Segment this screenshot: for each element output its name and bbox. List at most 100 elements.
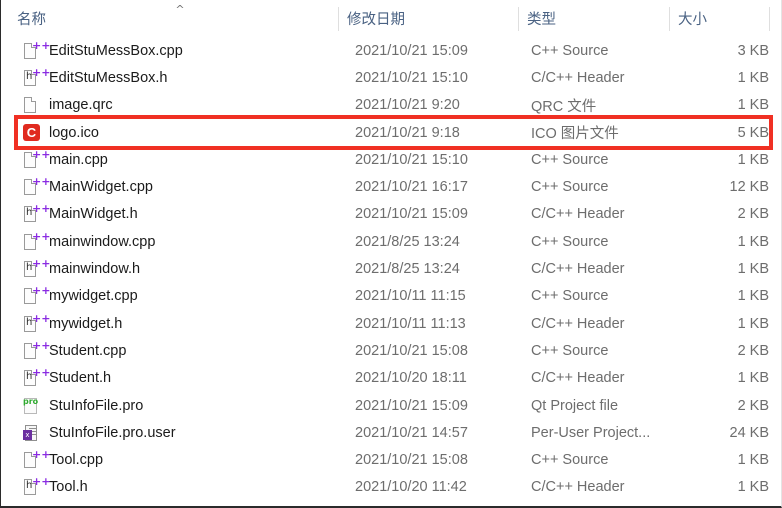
per-user-project-icon: x — [23, 424, 40, 442]
file-size-cell: 1 KB — [737, 288, 769, 305]
file-type-cell: C++ Source — [531, 42, 609, 59]
file-date-cell: 2021/10/21 15:08 — [355, 452, 468, 469]
table-row[interactable]: x StuInfoFile.pro.user 2021/10/21 14:57 Per… — [1, 419, 781, 446]
file-size-cell: 5 KB — [737, 124, 769, 141]
header-file-icon: h ++ — [23, 260, 50, 278]
file-type-cell: C++ Source — [531, 233, 609, 250]
table-row[interactable]: ++ main.cpp 2021/10/21 15:10 C++ Source 1 KB — [1, 146, 781, 173]
file-date-cell: 2021/10/20 18:11 — [355, 370, 467, 387]
file-type-cell: C++ Source — [531, 452, 609, 469]
file-name-cell[interactable]: image.qrc — [23, 96, 323, 114]
column-header-name[interactable]: 名称 — [9, 0, 331, 37]
file-name-cell[interactable]: h ++ mywidget.h — [23, 315, 323, 333]
file-name-label: Tool.h — [49, 479, 88, 496]
file-size-cell: 1 KB — [737, 370, 769, 387]
qt-project-icon: pro — [23, 397, 40, 415]
column-header-date-modified[interactable]: 修改日期 — [339, 0, 517, 37]
file-type-cell: C++ Source — [531, 151, 609, 168]
table-row[interactable]: h ++ Tool.h 2021/10/20 11:42 C/C++ Header 1 K… — [1, 474, 781, 501]
file-type-cell: C++ Source — [531, 342, 609, 359]
cpp-file-icon: ++ — [23, 178, 50, 196]
column-header-size[interactable]: 大小 — [670, 0, 769, 37]
file-name-label: logo.ico — [49, 124, 99, 141]
table-row[interactable]: ++ mainwindow.cpp 2021/8/25 13:24 C++ Sourc… — [1, 228, 781, 255]
file-name-cell[interactable]: ++ EditStuMessBox.cpp — [23, 42, 323, 60]
file-type-cell: C/C++ Header — [531, 479, 625, 496]
file-date-cell: 2021/10/21 15:10 — [355, 151, 468, 168]
file-name-label: mywidget.h — [49, 315, 123, 332]
cpp-file-icon: ++ — [23, 151, 50, 169]
table-row[interactable]: ++ Tool.cpp 2021/10/21 15:08 C++ Source 1 KB — [1, 446, 781, 473]
file-name-cell[interactable]: ++ main.cpp — [23, 151, 323, 169]
table-row[interactable]: h ++ MainWidget.h 2021/10/21 15:09 C/C++ Hea… — [1, 201, 781, 228]
file-name-cell[interactable]: ++ MainWidget.cpp — [23, 178, 323, 196]
file-date-cell: 2021/10/11 11:15 — [355, 288, 466, 305]
column-header-name-label: 名称 — [17, 12, 46, 28]
header-file-icon: h ++ — [23, 315, 50, 333]
file-size-cell: 1 KB — [737, 315, 769, 332]
file-list-view: ^ 名称 修改日期 类型 大小 ++ EditStuMessBox.cpp 2021… — [0, 0, 782, 508]
file-type-cell: QRC 文件 — [531, 98, 597, 115]
ico-image-icon: C — [23, 123, 40, 142]
file-name-cell[interactable]: ++ mywidget.cpp — [23, 287, 323, 305]
file-name-cell[interactable]: x StuInfoFile.pro.user — [23, 424, 323, 442]
file-size-cell: 1 KB — [737, 261, 769, 278]
file-name-label: MainWidget.cpp — [49, 179, 153, 196]
table-row[interactable]: pro StuInfoFile.pro 2021/10/21 15:09 Qt Pro… — [1, 392, 781, 419]
file-name-label: StuInfoFile.pro.user — [49, 424, 176, 441]
file-name-cell[interactable]: Clogo.ico — [23, 123, 323, 142]
cpp-file-icon: ++ — [23, 342, 50, 360]
table-row[interactable]: h ++ mainwindow.h 2021/8/25 13:24 C/C++ Head… — [1, 255, 781, 282]
file-size-cell: 1 KB — [737, 479, 769, 496]
file-size-cell: 2 KB — [737, 397, 769, 414]
file-type-cell: C/C++ Header — [531, 69, 625, 86]
table-row[interactable]: ++ mywidget.cpp 2021/10/11 11:15 C++ Source… — [1, 283, 781, 310]
file-name-cell[interactable]: h ++ MainWidget.h — [23, 205, 323, 223]
column-header-size-label: 大小 — [678, 12, 707, 28]
file-name-label: mywidget.cpp — [49, 288, 138, 305]
file-name-cell[interactable]: ++ Student.cpp — [23, 342, 323, 360]
file-row-container: ++ EditStuMessBox.cpp 2021/10/21 15:09 C++ … — [1, 37, 781, 501]
table-row[interactable]: h ++ mywidget.h 2021/10/11 11:13 C/C++ Heade… — [1, 310, 781, 337]
file-size-cell: 2 KB — [737, 206, 769, 223]
file-name-cell[interactable]: h ++ mainwindow.h — [23, 260, 323, 278]
table-row[interactable]: image.qrc 2021/10/21 9:20 QRC 文件 1 KB — [1, 92, 781, 119]
file-date-cell: 2021/10/21 15:09 — [355, 206, 468, 223]
file-name-cell[interactable]: ++ Tool.cpp — [23, 451, 323, 469]
file-date-cell: 2021/10/21 15:10 — [355, 69, 468, 86]
header-file-icon: h ++ — [23, 478, 50, 496]
file-name-label: EditStuMessBox.h — [49, 69, 168, 86]
column-header-type[interactable]: 类型 — [519, 0, 668, 37]
table-row[interactable]: Clogo.ico 2021/10/21 9:18 ICO 图片文件 5 KB — [1, 119, 781, 146]
column-divider-4[interactable] — [769, 7, 770, 31]
column-header-row: ^ 名称 修改日期 类型 大小 — [1, 0, 781, 37]
file-name-label: MainWidget.h — [49, 206, 138, 223]
file-name-cell[interactable]: h ++ Tool.h — [23, 478, 323, 496]
file-date-cell: 2021/10/21 15:08 — [355, 342, 468, 359]
file-size-cell: 24 KB — [729, 424, 770, 441]
file-type-cell: C/C++ Header — [531, 206, 625, 223]
file-type-cell: Qt Project file — [531, 397, 619, 414]
file-name-cell[interactable]: ++ mainwindow.cpp — [23, 233, 323, 251]
table-row[interactable]: h ++ Student.h 2021/10/20 18:11 C/C++ Header… — [1, 365, 781, 392]
table-row[interactable]: ++ Student.cpp 2021/10/21 15:08 C++ Source 2… — [1, 337, 781, 364]
header-file-icon: h ++ — [23, 369, 50, 387]
file-date-cell: 2021/10/21 14:57 — [355, 424, 468, 441]
table-row[interactable]: ++ EditStuMessBox.cpp 2021/10/21 15:09 C++ … — [1, 37, 781, 64]
header-file-icon: h ++ — [23, 69, 50, 87]
file-size-cell: 12 KB — [729, 179, 770, 196]
file-name-label: EditStuMessBox.cpp — [49, 42, 183, 59]
blank-file-icon — [23, 96, 40, 114]
file-date-cell: 2021/10/21 9:18 — [355, 124, 460, 141]
file-name-cell[interactable]: pro StuInfoFile.pro — [23, 397, 323, 415]
file-name-label: mainwindow.cpp — [49, 233, 156, 250]
file-size-cell: 1 KB — [737, 233, 769, 250]
file-name-label: Student.h — [49, 370, 112, 387]
table-row[interactable]: h ++ EditStuMessBox.h 2021/10/21 15:10 C/C++… — [1, 64, 781, 91]
file-name-cell[interactable]: h ++ EditStuMessBox.h — [23, 69, 323, 87]
file-name-cell[interactable]: h ++ Student.h — [23, 369, 323, 387]
file-date-cell: 2021/10/21 16:17 — [355, 179, 468, 196]
cpp-file-icon: ++ — [23, 287, 50, 305]
table-row[interactable]: ++ MainWidget.cpp 2021/10/21 16:17 C++ Sour… — [1, 173, 781, 200]
file-type-cell: C++ Source — [531, 179, 609, 196]
